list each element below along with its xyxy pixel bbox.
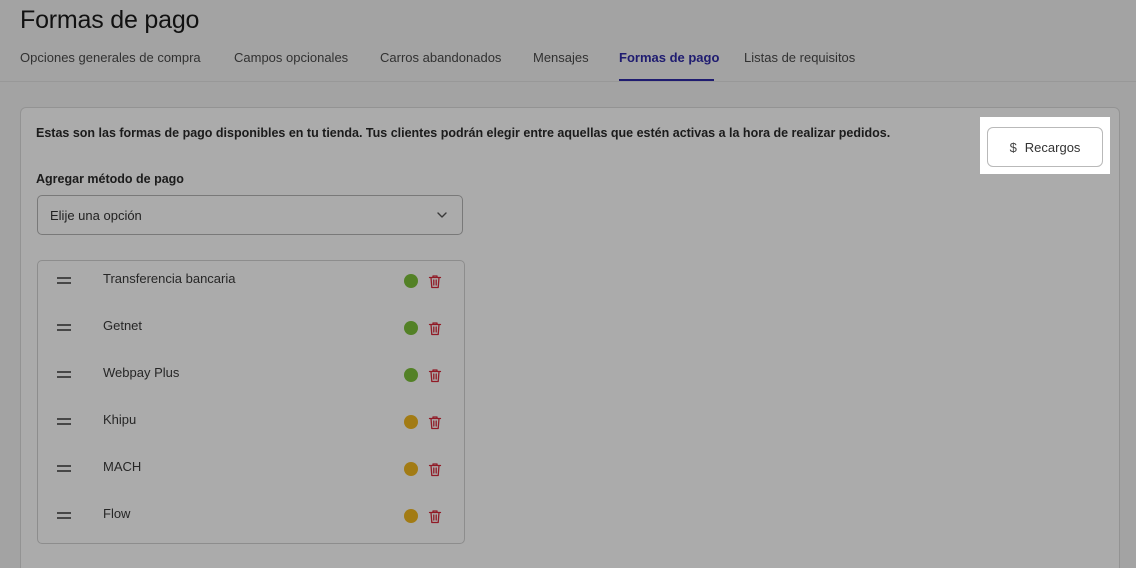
page: Formas de pago Opciones generales de com…: [0, 0, 1136, 568]
recargos-button[interactable]: $ Recargos: [987, 127, 1103, 167]
spotlight-overlay-bottom: [0, 174, 1136, 568]
spotlight-overlay-top: [0, 0, 1136, 117]
dollar-icon: $: [1009, 139, 1017, 155]
spotlight-overlay-right: [1110, 117, 1136, 174]
spotlight-overlay-left: [0, 117, 980, 174]
recargos-button-label: Recargos: [1024, 139, 1081, 155]
